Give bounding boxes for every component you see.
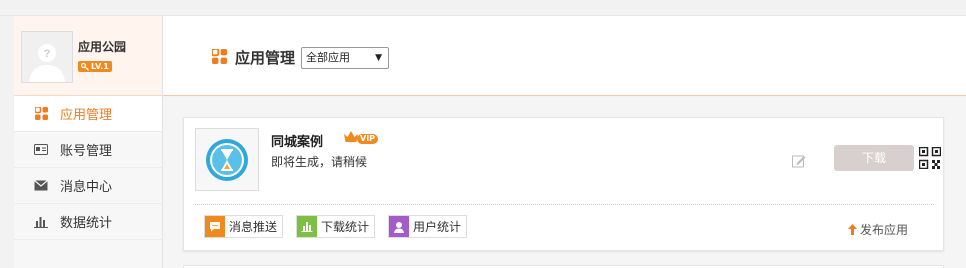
app-filter-value: 全部应用 <box>306 51 350 64</box>
username: 应用公园 <box>78 40 127 54</box>
publish-label: 发布应用 <box>860 223 909 237</box>
app-filter-select[interactable]: 全部应用 ▼ <box>301 47 389 69</box>
action-label: 消息推送 <box>229 220 278 234</box>
user-icon <box>389 216 409 237</box>
profile-panel: ? 应用公园 LV.1 <box>14 16 162 96</box>
edit-icon[interactable] <box>792 153 806 172</box>
app-card: 同城案例 VIP 即将生成，请稍候 下载 消息推送 下载统计 用户统计 发布应用 <box>183 117 944 251</box>
download-stats-button[interactable]: 下载统计 <box>296 215 376 238</box>
default-avatar-icon: ? <box>29 44 65 82</box>
sidebar-item-app-management[interactable]: 应用管理 <box>14 96 162 132</box>
upload-arrow-icon <box>848 224 857 235</box>
level-text: LV.1 <box>91 62 109 71</box>
sidebar-item-label: 应用管理 <box>60 108 113 123</box>
publish-app-link[interactable]: 发布应用 <box>848 221 908 238</box>
top-bar <box>0 0 966 16</box>
sidebar: ? 应用公园 LV.1 应用管理 账号管理 消息中心 数据统计 <box>14 16 163 268</box>
download-button[interactable]: 下载 <box>834 145 914 171</box>
chevron-down-icon: ▼ <box>375 53 382 63</box>
apps-grid-icon <box>211 48 227 68</box>
vip-label: VIP <box>357 134 379 144</box>
hourglass-icon <box>206 138 248 181</box>
sidebar-item-message-center[interactable]: 消息中心 <box>14 168 162 204</box>
action-label: 下载统计 <box>321 220 370 234</box>
sidebar-item-account-management[interactable]: 账号管理 <box>14 132 162 168</box>
action-label: 用户统计 <box>413 220 462 234</box>
user-stats-button[interactable]: 用户统计 <box>388 215 468 238</box>
app-icon[interactable] <box>195 128 259 191</box>
apps-grid-icon <box>34 107 48 121</box>
app-status: 即将生成，请稍候 <box>271 155 368 169</box>
bar-chart-icon <box>297 216 317 237</box>
level-badge: LV.1 <box>78 61 112 72</box>
bar-chart-icon <box>34 215 48 229</box>
message-icon <box>205 216 225 237</box>
divider <box>195 204 934 205</box>
sidebar-item-data-stats[interactable]: 数据统计 <box>14 204 162 240</box>
svg-text:?: ? <box>44 48 51 60</box>
key-icon <box>81 62 89 71</box>
sidebar-item-label: 账号管理 <box>60 144 113 159</box>
envelope-icon <box>34 179 48 193</box>
vip-badge: VIP <box>343 128 379 144</box>
app-list: 同城案例 VIP 即将生成，请稍候 下载 消息推送 下载统计 用户统计 发布应用 <box>163 97 966 268</box>
sidebar-item-label: 数据统计 <box>60 216 113 231</box>
message-push-button[interactable]: 消息推送 <box>204 215 284 238</box>
page-title: 应用管理 <box>235 49 296 67</box>
qr-code-icon[interactable] <box>918 146 942 173</box>
app-name: 同城案例 <box>271 135 324 150</box>
page-header: 应用管理 全部应用 ▼ <box>163 16 966 96</box>
id-card-icon <box>34 143 48 157</box>
sidebar-item-label: 消息中心 <box>60 180 113 195</box>
avatar[interactable]: ? <box>21 31 73 83</box>
